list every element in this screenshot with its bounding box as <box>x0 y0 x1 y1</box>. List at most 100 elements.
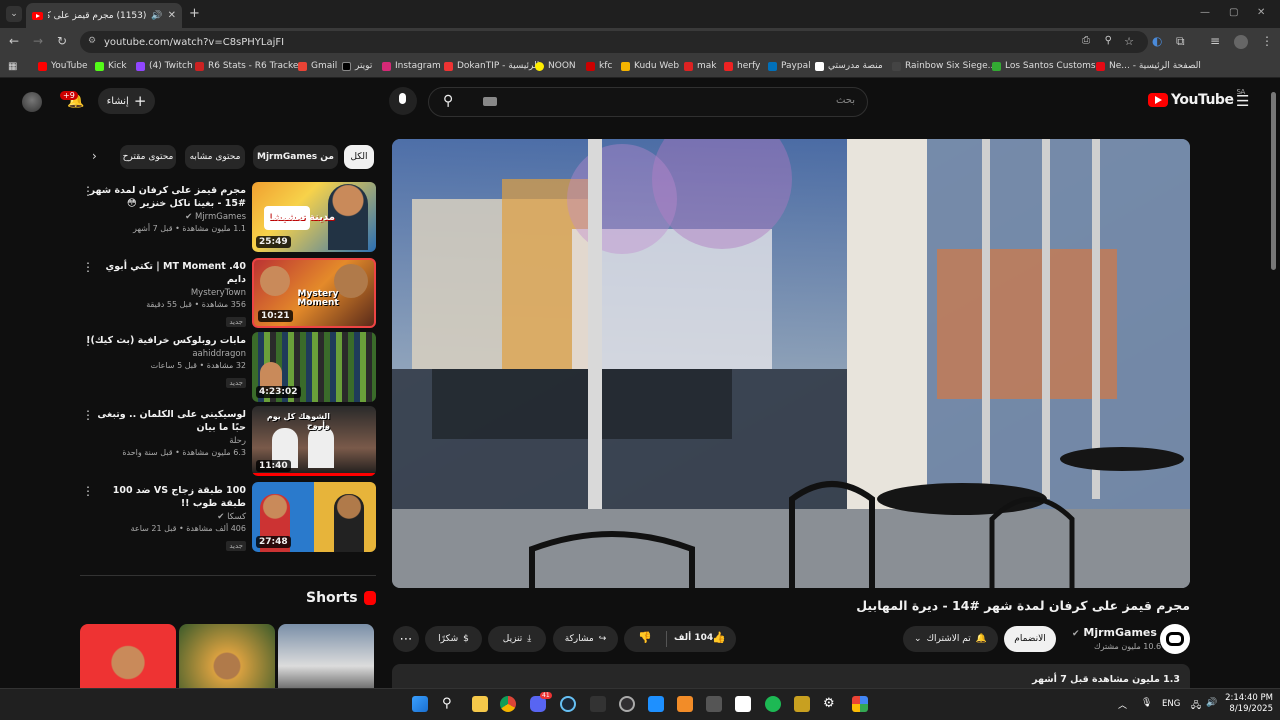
tab-search-button[interactable]: ⌄ <box>6 6 22 22</box>
steam-icon[interactable] <box>560 696 576 712</box>
channel-name[interactable]: aahiddragon <box>86 349 246 359</box>
app-icon[interactable] <box>706 696 722 712</box>
new-tab-button[interactable]: + <box>189 6 200 21</box>
channel-avatar[interactable] <box>1160 624 1190 654</box>
chip-from-channel[interactable]: من MjrmGames <box>253 145 338 169</box>
search-box[interactable]: ⚲ بحث <box>428 87 868 117</box>
zoom-icon[interactable]: ⚲ <box>1105 35 1112 46</box>
search-input[interactable]: بحث <box>836 95 855 106</box>
chip-all[interactable]: الكل <box>344 145 374 169</box>
puzzle-extensions-icon[interactable]: ⧉ <box>1176 34 1185 49</box>
more-actions-button[interactable]: ⋯ <box>393 626 419 652</box>
volume-icon[interactable]: 🔊 <box>1206 698 1217 708</box>
obs-icon[interactable] <box>619 696 635 712</box>
more-options-icon[interactable]: ⋮ <box>82 260 94 274</box>
media-control-icon[interactable]: ≡ <box>1210 34 1220 48</box>
bookmark-kudu[interactable]: Kudu Web <box>621 61 679 71</box>
voice-search-button[interactable] <box>389 87 417 115</box>
search-icon[interactable]: ⚲ <box>443 93 453 109</box>
active-tab[interactable]: (1153) مجرم قيمز على كرفان 🔊 ✕ <box>26 3 182 28</box>
bookmark-r6stats[interactable]: R6 Stats - R6 Tracke... <box>195 61 307 71</box>
bookmark-paypal[interactable]: Paypal <box>768 61 811 71</box>
bookmark-twitch[interactable]: (4) Twitch <box>136 61 193 71</box>
app-icon[interactable] <box>735 696 751 712</box>
video-player[interactable] <box>392 139 1190 588</box>
close-tab-icon[interactable]: ✕ <box>168 10 176 21</box>
chips-prev-icon[interactable]: › <box>92 149 97 163</box>
bookmark-twitter[interactable]: تويتر <box>342 61 372 71</box>
thumbnail[interactable]: 27:48 <box>252 482 376 552</box>
video-title[interactable]: مابات روبلوكس خرافية (بث كيك)! <box>86 334 246 347</box>
minimize-button[interactable]: — <box>1200 7 1210 18</box>
bookmark-mak[interactable]: mak <box>684 61 717 71</box>
back-icon[interactable]: ← <box>9 34 19 48</box>
thumbnail[interactable]: 4:23:02 <box>252 332 376 402</box>
search-icon[interactable]: ⚲ <box>442 696 458 712</box>
chip-suggested[interactable]: محتوى مقترح <box>120 145 176 169</box>
more-options-icon[interactable]: ⋮ <box>82 484 94 498</box>
youtube-logo[interactable]: YouTube SA <box>1148 88 1245 108</box>
bookmark-noon[interactable]: NOON <box>535 61 576 71</box>
short-item[interactable] <box>179 624 275 694</box>
more-options-icon[interactable]: ⋮ <box>82 184 94 198</box>
profile-avatar[interactable] <box>1234 35 1248 49</box>
url-field[interactable]: ⚙ youtube.com/watch?v=C8sPHYLajFI ☆ ⚲ ⎙ <box>80 31 1148 53</box>
thumbnail[interactable]: Mystery Moment 10:21 <box>252 258 376 328</box>
video-title[interactable]: مجرم قيمز على كرفان لمدة شهر #15 - بغينا… <box>86 184 246 210</box>
channel-name[interactable]: MjrmGames <box>195 212 246 222</box>
like-count[interactable]: 104 ألف <box>674 633 713 643</box>
channel-name[interactable]: رحلة <box>86 436 246 446</box>
thumbnail[interactable]: مدينة تعشيشا 25:49 <box>252 182 376 252</box>
app-icon[interactable] <box>852 696 868 712</box>
maximize-button[interactable]: ▢ <box>1229 7 1238 18</box>
thumbnail[interactable]: الشوهك كل يوم وأروح 11:40 <box>252 406 376 476</box>
extension-icon[interactable]: ◐ <box>1152 34 1162 48</box>
more-options-icon[interactable]: ⋮ <box>82 408 94 422</box>
forward-icon[interactable]: → <box>33 34 43 48</box>
bookmark-kfc[interactable]: kfc <box>586 61 612 71</box>
channel-name[interactable]: كسكا <box>227 512 246 522</box>
bookmark-herfy[interactable]: herfy <box>724 61 760 71</box>
account-avatar[interactable] <box>22 92 42 112</box>
bookmark-star-icon[interactable]: ☆ <box>1124 35 1134 48</box>
video-title[interactable]: 100 طبقة زجاج VS ضد 100 طبقة طوب !! <box>86 484 246 510</box>
settings-icon[interactable]: ⚙ <box>823 696 839 712</box>
app-icon[interactable] <box>794 696 810 712</box>
list-item[interactable]: 27:48 100 طبقة زجاج VS ضد 100 طبقة طوب !… <box>80 482 376 552</box>
bookmark-netflix[interactable]: Ne... - الصفحة الرئيسية <box>1096 61 1201 71</box>
bookmark-r6-siege[interactable]: Rainbow Six Siege... <box>892 61 996 71</box>
like-icon[interactable]: 👍 <box>712 631 726 644</box>
app-icon[interactable] <box>648 696 664 712</box>
hamburger-menu-icon[interactable]: ☰ <box>1236 92 1249 110</box>
join-button[interactable]: الانضمام <box>1004 626 1056 652</box>
mic-tray-icon[interactable]: 🎙 <box>1141 698 1152 708</box>
reload-icon[interactable]: ↻ <box>57 34 67 48</box>
app-icon[interactable] <box>677 696 693 712</box>
browser-menu-icon[interactable]: ⋮ <box>1261 34 1273 48</box>
chrome-icon[interactable] <box>500 696 516 712</box>
site-info-icon[interactable]: ⚙ <box>88 36 96 46</box>
bookmark-youtube[interactable]: YouTube <box>38 61 88 71</box>
bookmark-gmail[interactable]: Gmail <box>298 61 337 71</box>
bookmark-dokantip[interactable]: DokanTIP - الرئيسية <box>444 61 539 71</box>
list-item[interactable]: الشوهك كل يوم وأروح 11:40 لوسيكيني على ا… <box>80 406 376 476</box>
page-scrollbar[interactable] <box>1271 92 1276 270</box>
apps-grid-icon[interactable]: ▦ <box>8 61 17 72</box>
chip-related[interactable]: محتوى مشابه <box>185 145 245 169</box>
bookmark-los-santos[interactable]: Los Santos Customs... <box>992 61 1104 71</box>
short-item[interactable] <box>80 624 176 694</box>
audio-icon[interactable]: 🔊 <box>151 11 162 21</box>
short-item[interactable] <box>278 624 374 694</box>
subscribed-button[interactable]: ⌄ تم الاشتراك 🔔 <box>903 626 998 652</box>
tray-overflow-icon[interactable]: ︿ <box>1118 698 1127 711</box>
video-title[interactable]: لوسيكيني على الكلمان .. وتبغى حبًا ما بي… <box>86 408 246 434</box>
windows-start-icon[interactable] <box>412 696 428 712</box>
keyboard-icon[interactable] <box>483 97 497 106</box>
more-options-icon[interactable]: ⋮ <box>82 334 94 348</box>
file-explorer-icon[interactable] <box>472 696 488 712</box>
channel-name[interactable]: MysteryTown <box>86 288 246 298</box>
close-window-button[interactable]: ✕ <box>1257 7 1265 18</box>
bookmark-instagram[interactable]: Instagram <box>382 61 441 71</box>
list-item[interactable]: 4:23:02 مابات روبلوكس خرافية (بث كيك)! a… <box>80 332 376 402</box>
dislike-button[interactable]: 👎 <box>638 631 652 644</box>
